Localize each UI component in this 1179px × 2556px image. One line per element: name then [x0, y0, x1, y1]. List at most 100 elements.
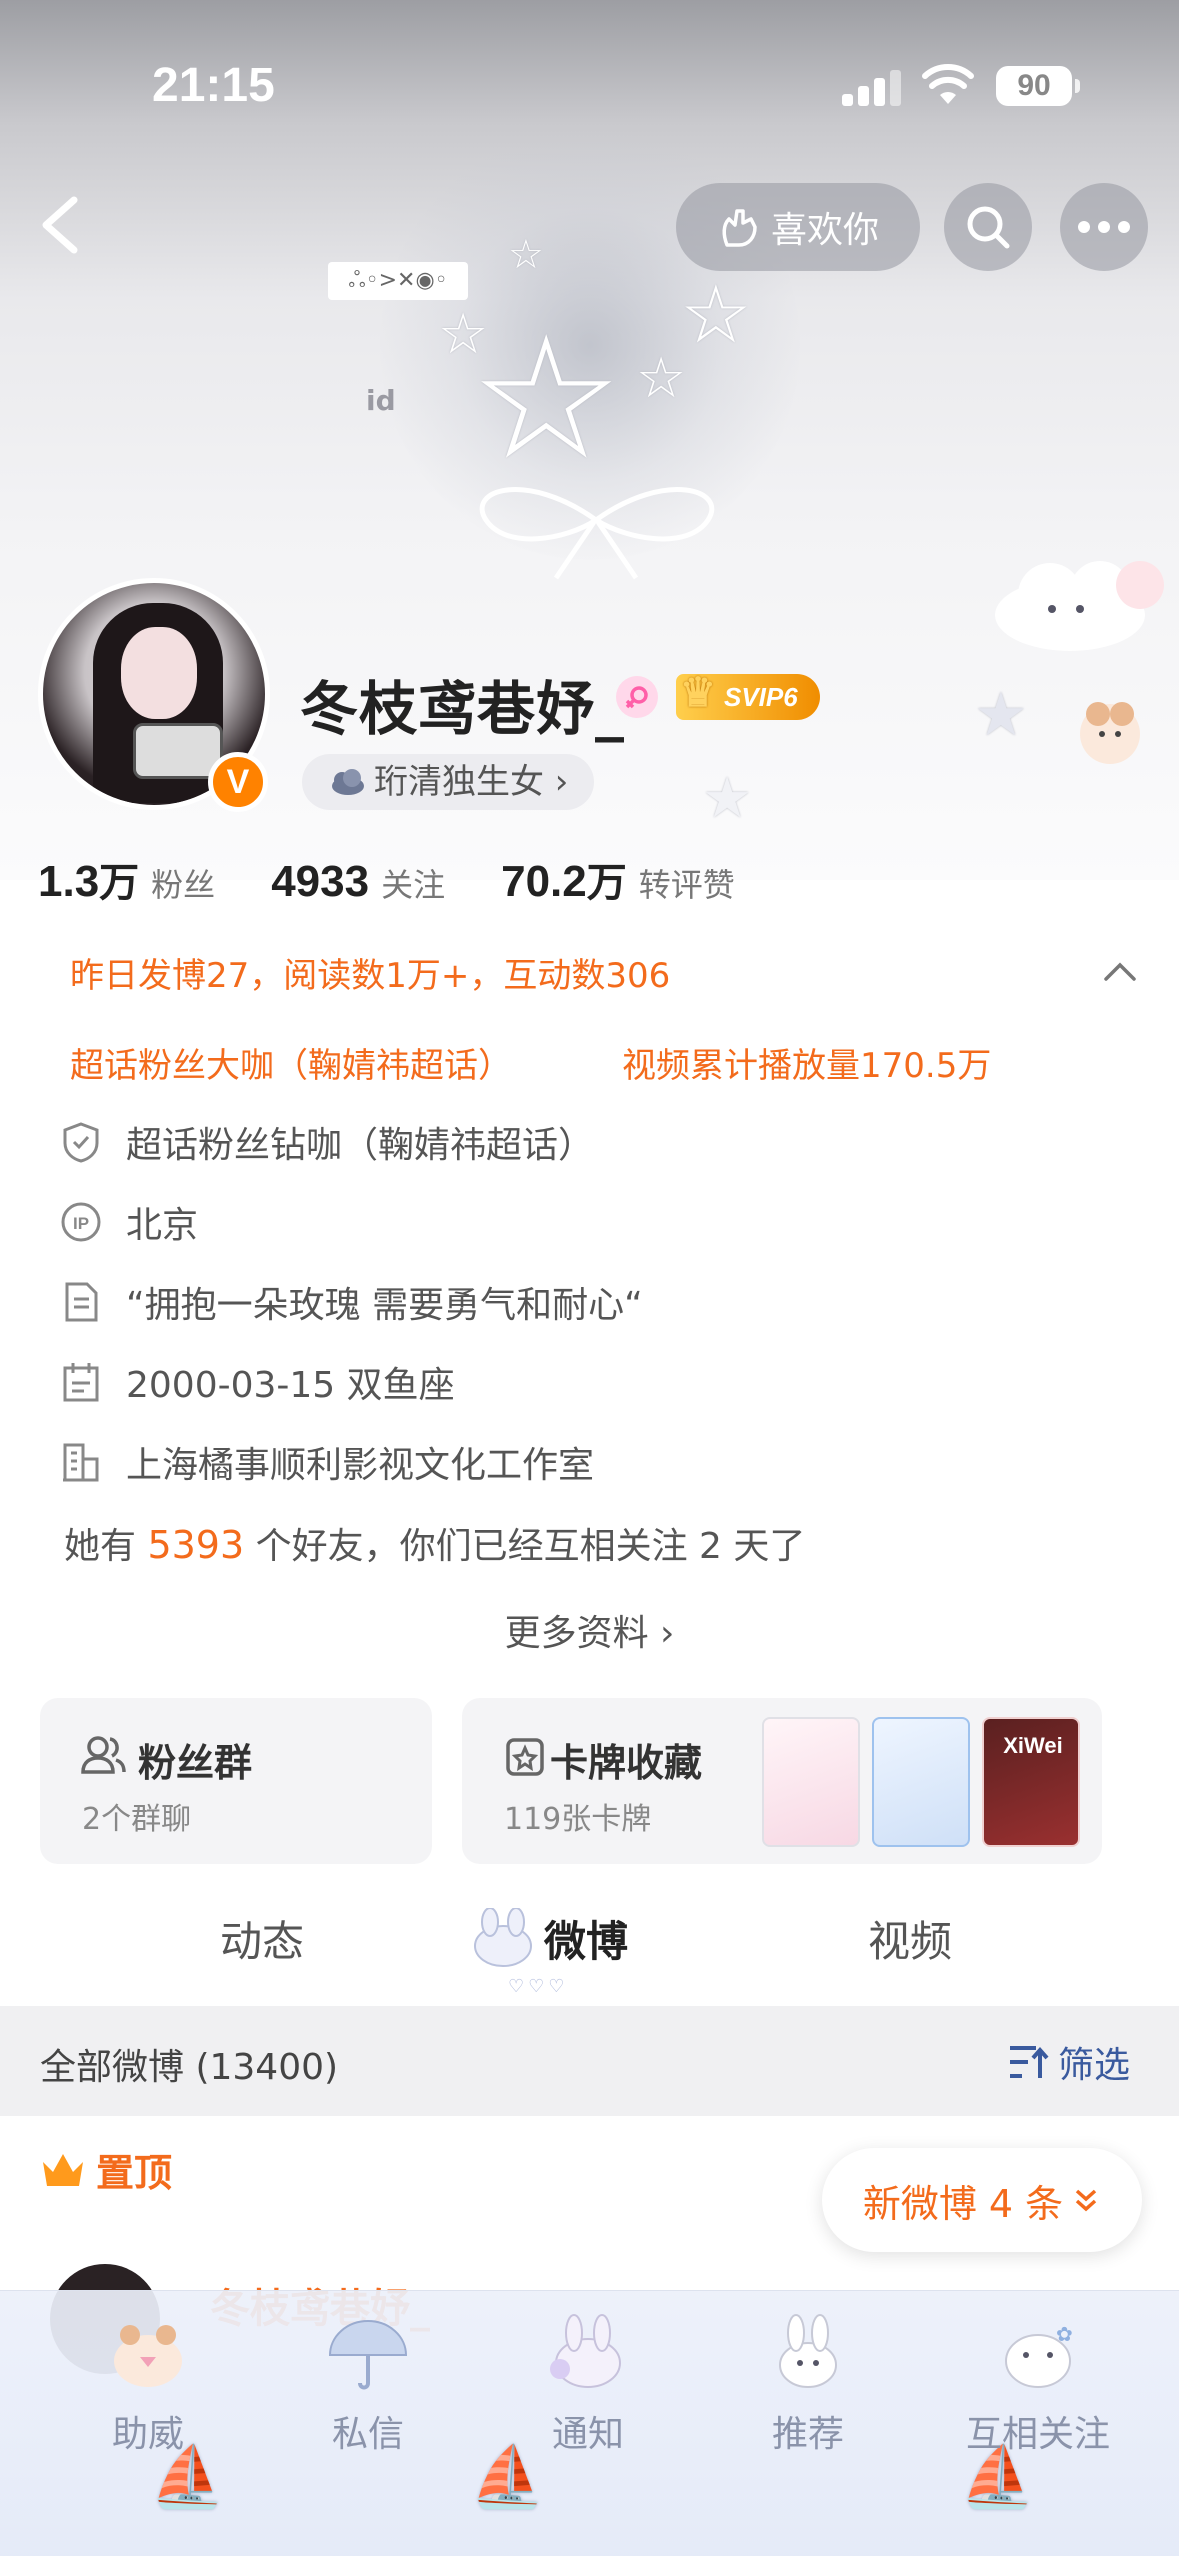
pinned-label: 置顶	[40, 2142, 172, 2197]
identity-tag[interactable]: 珩清独生女 ›	[302, 754, 595, 810]
tab-activity[interactable]: 动态	[220, 1908, 304, 1969]
fan-group-card[interactable]: 粉丝群 2个群聊	[40, 1698, 432, 1864]
back-icon[interactable]	[30, 190, 90, 260]
new-posts-button[interactable]: 新微博 4 条	[822, 2148, 1142, 2252]
like-you-button[interactable]: 喜欢你	[676, 183, 920, 271]
more-info-link[interactable]: 更多资料 ›	[0, 1604, 1179, 1656]
bunny-tab-icon	[474, 1908, 532, 1967]
followers-label[interactable]: 粉丝	[151, 860, 215, 906]
info-ip-text: 北京	[126, 1205, 199, 1246]
svip-badge[interactable]: SVIP6	[676, 670, 820, 720]
avatar-face	[121, 627, 197, 719]
friends-count[interactable]: 5393	[147, 1523, 244, 1567]
umbrella-message-icon	[328, 2320, 408, 2390]
star-decoration: ★	[702, 766, 753, 831]
card-collection-icon	[506, 1738, 544, 1776]
bunny-mutual-follow-icon: ✿	[1005, 2322, 1073, 2388]
fan-group-sub: 2个群聊	[82, 1802, 192, 1837]
bottom-cheer-label: 助威	[111, 2414, 184, 2455]
star-decoration: ★	[974, 680, 1028, 750]
super-fan-badge[interactable]: 超话粉丝大咖（鞠婧祎超话）	[70, 1038, 512, 1087]
followers-count[interactable]: 1.3	[38, 857, 99, 907]
cloud-bear-decoration	[995, 561, 1164, 651]
bottom-notify-label: 通知	[551, 2414, 624, 2455]
info-row-bio: “拥抱一朵玫瑰 需要勇气和耐心“	[60, 1276, 643, 1328]
active-tab-indicator: ♡♡♡	[508, 1976, 569, 1997]
svg-text:IP: IP	[73, 1214, 89, 1233]
card-thumbnail-label: XiWei	[1003, 1733, 1063, 1758]
card-thumbnail[interactable]	[762, 1717, 860, 1847]
reposts-likes-count[interactable]: 70.2	[501, 857, 587, 907]
info-company-text: 上海橘事顺利影视文化工作室	[126, 1445, 595, 1486]
document-icon	[60, 1281, 102, 1323]
reposts-likes-label[interactable]: 转评赞	[639, 860, 735, 906]
bottom-action-bar: ⛵ ⛵ ⛵ 助威 私信 通知 推荐 ✿ 互相关注	[0, 2290, 1179, 2556]
filter-bar: 全部微博 (13400) 筛选	[0, 2006, 1179, 2116]
banner-sticker: ஃ◦>✕◉◦	[328, 262, 468, 300]
female-symbol-icon	[625, 686, 648, 709]
star-decoration: ☆	[508, 232, 544, 278]
card-thumbnail[interactable]: XiWei	[982, 1717, 1080, 1847]
card-thumbnail[interactable]	[872, 1717, 970, 1847]
profile-username: 冬枝鸢巷妤_	[300, 675, 626, 743]
filter-icon	[1010, 2046, 1049, 2078]
info-birthday-text: 2000-03-15 双鱼座	[126, 1365, 455, 1406]
shield-icon	[60, 1121, 102, 1163]
more-options-button[interactable]	[1060, 183, 1148, 271]
friends-suffix: 个好友，你们已经互相关注 2 天了	[244, 1526, 806, 1567]
info-row-company: 上海橘事顺利影视文化工作室	[60, 1436, 594, 1488]
star-decoration: ☆	[680, 268, 752, 361]
fan-group-title: 粉丝群	[138, 1741, 253, 1785]
identity-tag-label: 珩清独生女 ›	[374, 762, 569, 802]
wifi-icon	[922, 64, 974, 104]
card-collection-title: 卡牌收藏	[550, 1741, 703, 1785]
bottom-cheer-button[interactable]: 助威	[68, 2311, 228, 2457]
status-time: 21:15	[152, 59, 275, 112]
bottom-recommend-label: 推荐	[771, 2414, 844, 2455]
people-icon	[81, 1736, 126, 1774]
status-bar: 21:15 90	[0, 0, 1179, 170]
profile-stats: 1.3 万粉丝 4933 关注 70.2 万转评赞	[38, 850, 791, 908]
female-gender-icon	[616, 676, 658, 718]
followers-unit: 万	[99, 860, 140, 906]
reposts-likes-unit: 万	[586, 860, 627, 906]
bunny-recommend-icon	[779, 2314, 837, 2388]
bottom-message-label: 私信	[331, 2414, 404, 2455]
bunny-notify-icon	[550, 2314, 621, 2388]
profile-tabs: 动态 微博 ♡♡♡ 视频	[0, 1880, 1179, 2000]
battery-indicator: 90	[996, 66, 1080, 106]
filter-button[interactable]: 筛选	[1006, 2036, 1130, 2088]
tab-video[interactable]: 视频	[868, 1908, 952, 1969]
search-button[interactable]	[944, 183, 1032, 271]
chevron-up-icon[interactable]	[1100, 955, 1140, 985]
new-posts-label: 新微博 4 条	[862, 2181, 1064, 2226]
cloud-icon	[332, 769, 364, 795]
bottom-message-button[interactable]: 私信	[288, 2311, 448, 2457]
ribbon-decoration	[479, 487, 715, 580]
friends-prefix: 她有	[64, 1526, 148, 1567]
following-label[interactable]: 关注	[381, 860, 445, 906]
info-row-ip: IP 北京	[60, 1196, 198, 1248]
tab-weibo[interactable]: 微博	[544, 1908, 628, 1969]
yesterday-stats: 昨日发博27，阅读数1万+，互动数306	[70, 956, 671, 996]
all-posts-count[interactable]: 全部微博 (13400)	[40, 2038, 338, 2090]
bottom-notify-button[interactable]: 通知	[508, 2311, 668, 2457]
info-bio-text: “拥抱一朵玫瑰 需要勇气和耐心“	[126, 1285, 643, 1326]
info-fan-level-text: 超话粉丝钻咖（鞠婧祎超话）	[126, 1125, 595, 1166]
like-you-label: 喜欢你	[770, 210, 879, 251]
bottom-mutual-follow-button[interactable]: ✿ 互相关注	[948, 2311, 1128, 2457]
search-icon	[967, 206, 1010, 249]
pinned-text: 置顶	[96, 2151, 173, 2195]
info-row-fan-level: 超话粉丝钻咖（鞠婧祎超话）	[60, 1116, 594, 1168]
video-plays-badge[interactable]: 视频累计播放量170.5万	[622, 1038, 991, 1087]
double-chevron-down-icon	[1076, 2189, 1097, 2212]
star-decoration: ☆	[636, 346, 687, 411]
mutual-friends-line: 她有 5393 个好友，你们已经互相关注 2 天了	[64, 1517, 805, 1569]
hamster-cheer-icon	[114, 2325, 182, 2387]
bottom-recommend-button[interactable]: 推荐	[728, 2311, 888, 2457]
hamster-decoration	[1080, 702, 1140, 764]
building-icon	[60, 1441, 102, 1483]
star-decoration: ☆	[438, 302, 489, 367]
bottom-mutual-follow-label: 互相关注	[965, 2414, 1110, 2455]
following-count[interactable]: 4933	[271, 857, 369, 907]
